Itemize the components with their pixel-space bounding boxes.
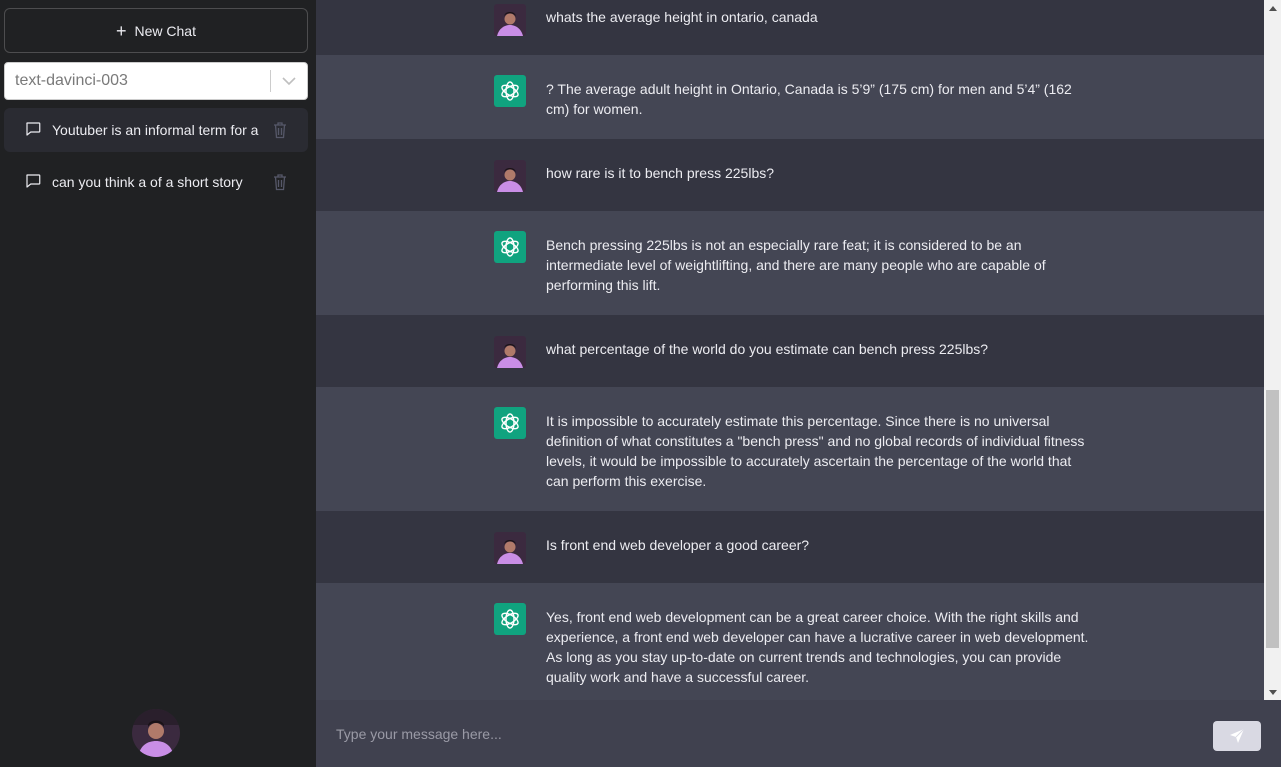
chat-bubble-icon bbox=[24, 172, 42, 193]
scrollbar-thumb[interactable] bbox=[1266, 390, 1279, 648]
message-text: whats the average height in ontario, can… bbox=[546, 9, 818, 25]
model-select-value: text-davinci-003 bbox=[15, 72, 128, 89]
trash-icon[interactable] bbox=[272, 121, 288, 142]
assistant-message: Bench pressing 225lbs is not an especial… bbox=[316, 211, 1264, 315]
scroll-up-arrow-icon[interactable] bbox=[1264, 0, 1281, 16]
message-input[interactable] bbox=[316, 700, 1196, 767]
message-text: Bench pressing 225lbs is not an especial… bbox=[546, 237, 1046, 293]
plus-icon: + bbox=[116, 20, 127, 41]
message-text: ? The average adult height in Ontario, C… bbox=[546, 81, 1072, 117]
message-text: Is front end web developer a good career… bbox=[546, 537, 810, 553]
model-select[interactable]: text-davinci-003 bbox=[4, 62, 308, 100]
chat-thread: whats the average height in ontario, can… bbox=[316, 0, 1264, 700]
message-text: how rare is it to bench press 225lbs? bbox=[546, 165, 775, 181]
new-chat-button[interactable]: + New Chat bbox=[4, 8, 308, 53]
paper-plane-icon bbox=[1230, 728, 1245, 743]
sidebar: + New Chat text-davinci-003 Youtuber is … bbox=[0, 0, 316, 767]
message-text: It is impossible to accurately estimate … bbox=[546, 413, 1085, 489]
conversation-label: can you think a of a short story bbox=[52, 174, 243, 190]
openai-logo-icon bbox=[494, 75, 526, 107]
openai-logo-icon bbox=[494, 231, 526, 263]
new-chat-label: New Chat bbox=[134, 22, 196, 39]
conversation-item[interactable]: can you think a of a short story bbox=[4, 160, 308, 204]
conversation-label: Youtuber is an informal term for a bbox=[52, 122, 259, 138]
user-message: whats the average height in ontario, can… bbox=[316, 0, 1264, 55]
user-avatar bbox=[494, 160, 526, 192]
user-avatar bbox=[494, 532, 526, 564]
chevron-down-icon[interactable] bbox=[271, 76, 307, 86]
message-text: Yes, front end web development can be a … bbox=[546, 609, 1089, 685]
trash-icon[interactable] bbox=[272, 173, 288, 194]
user-message: Is front end web developer a good career… bbox=[316, 511, 1264, 583]
conversation-item[interactable]: Youtuber is an informal term for a bbox=[4, 108, 308, 152]
message-text: what percentage of the world do you esti… bbox=[546, 341, 989, 357]
assistant-message: ? The average adult height in Ontario, C… bbox=[316, 55, 1264, 139]
openai-logo-icon bbox=[494, 407, 526, 439]
user-avatar bbox=[494, 4, 526, 36]
openai-logo-icon bbox=[494, 603, 526, 635]
chat-bubble-icon bbox=[24, 120, 42, 141]
user-avatar bbox=[494, 336, 526, 368]
user-avatar[interactable] bbox=[132, 709, 180, 757]
send-button[interactable] bbox=[1213, 721, 1261, 751]
chat-scrollbar[interactable] bbox=[1264, 0, 1281, 700]
user-message: what percentage of the world do you esti… bbox=[316, 315, 1264, 387]
user-message: how rare is it to bench press 225lbs? bbox=[316, 139, 1264, 211]
assistant-message: It is impossible to accurately estimate … bbox=[316, 387, 1264, 511]
composer bbox=[316, 700, 1281, 767]
assistant-message: Yes, front end web development can be a … bbox=[316, 583, 1264, 700]
scroll-down-arrow-icon[interactable] bbox=[1264, 684, 1281, 700]
